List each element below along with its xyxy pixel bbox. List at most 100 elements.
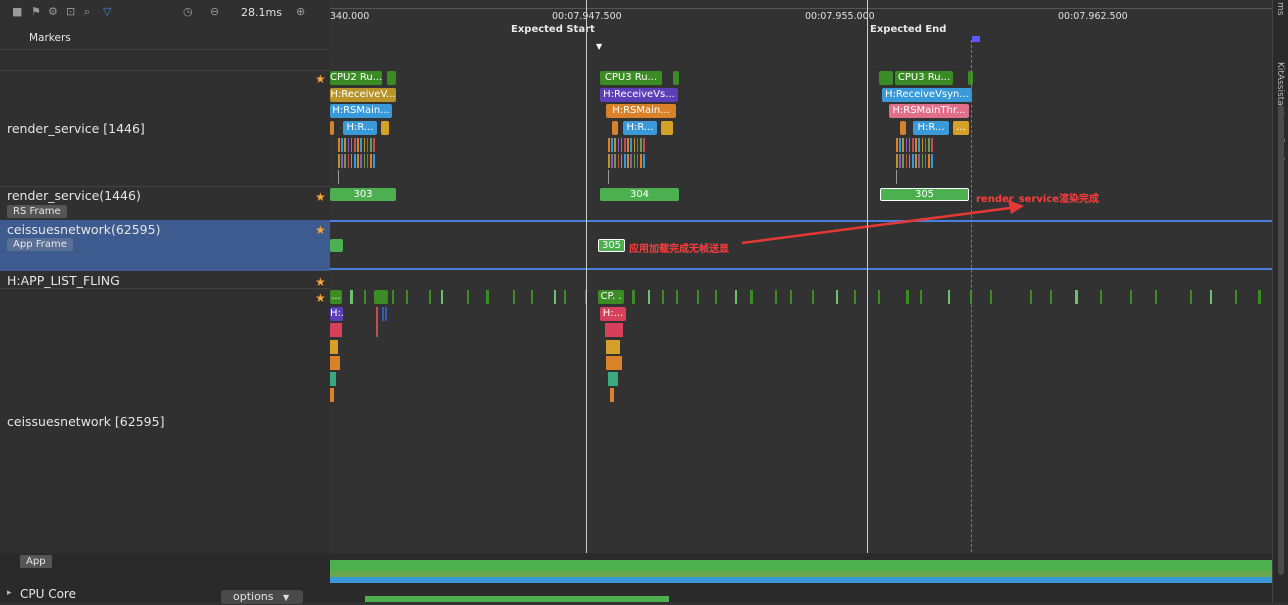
call-stack-bar[interactable] [836,290,838,304]
call-stack-bar[interactable] [513,290,515,304]
rs-frame-tag: RS Frame [7,205,67,218]
track-app-frame[interactable]: ceissuesnetwork(62595) [7,222,160,237]
slice-app-stack[interactable]: H:.. [330,307,343,321]
chevron-right-icon[interactable]: ▸ [7,588,12,598]
app-lane-bar[interactable] [330,560,1272,571]
track-render-service-thread[interactable]: render_service [1446] [7,121,145,136]
call-stack-bar[interactable] [1050,290,1052,304]
call-stack-bar[interactable] [605,323,623,337]
call-stack-bar[interactable] [330,340,338,354]
call-stack-bar[interactable] [1258,290,1261,304]
call-stack-bar[interactable] [697,290,699,304]
call-stack-bar[interactable] [554,290,556,304]
app-lane-tag: App [20,555,52,568]
star-icon[interactable]: ★ [315,224,326,236]
screenshot-icon[interactable]: ⊡ [66,5,75,18]
timer-icon[interactable]: ◷ [183,5,193,18]
call-stack-bar[interactable] [1155,290,1157,304]
call-stack-bar[interactable] [1100,290,1102,304]
call-stack-bar[interactable] [948,290,950,304]
call-stack-bar[interactable] [606,356,622,370]
cpu-core-label[interactable]: CPU Core [20,587,76,601]
annotation-arrow [741,200,1024,245]
call-stack-bar[interactable] [608,372,618,386]
zoom-in-icon[interactable]: ⊕ [296,5,305,18]
call-stack-bar[interactable] [1075,290,1078,304]
call-stack-bar[interactable] [392,290,394,304]
call-stack-bar[interactable] [878,290,880,304]
slice-app-run[interactable]: CP... [598,290,624,304]
star-icon[interactable]: ★ [315,73,326,85]
call-stack-bar[interactable] [790,290,792,304]
star-icon[interactable]: ★ [315,292,326,304]
call-stack-bar[interactable] [1190,290,1192,304]
markers-label: Markers [29,32,71,44]
filter-icon[interactable]: ▽ [103,5,111,18]
call-stack-bar[interactable] [330,388,334,402]
call-stack-bar[interactable] [330,323,342,337]
search-icon[interactable]: ⌕ [84,5,90,19]
call-stack-bar[interactable] [350,290,353,304]
track-app-list-fling[interactable]: H:APP_LIST_FLING [7,273,120,288]
flag-icon[interactable]: ⚑ [31,5,41,18]
call-stack-bar[interactable] [467,290,469,304]
track-render-service-frame[interactable]: render_service(1446) [7,188,141,203]
star-icon[interactable]: ★ [315,276,326,288]
right-side-panel: ms KitAssistant Preview [1272,0,1288,602]
call-stack-bar[interactable] [990,290,992,304]
slice-app-run[interactable]: ... [330,290,342,304]
square-icon[interactable]: ■ [12,5,22,18]
call-stack-bar[interactable] [441,290,443,304]
call-stack-bar[interactable] [1030,290,1032,304]
call-stack-bar[interactable] [676,290,678,304]
call-stack-bar[interactable] [330,372,336,386]
call-stack-bar[interactable] [610,388,614,402]
track-app-thread[interactable]: ceissuesnetwork [62595] [7,414,164,429]
call-stack-bar[interactable] [616,290,618,304]
call-stack-bar[interactable] [735,290,737,304]
call-stack-bar[interactable] [1130,290,1132,304]
rail-tab[interactable]: ms [1275,2,1285,15]
expected-start-line [586,0,587,602]
app-frame-tag: App Frame [7,238,73,251]
call-stack-bar[interactable] [906,290,909,304]
call-stack-bar[interactable] [406,290,408,304]
timeline-area[interactable]: 340.000 00:07.947.500 00:07.955.000 00:0… [330,0,1272,602]
slice-app-stack[interactable]: H:... [600,307,626,321]
app-lane-bar[interactable] [330,577,1272,583]
duration-readout: 28.1ms [241,6,282,19]
call-stack-bar[interactable] [376,307,378,337]
call-stack-bar[interactable] [330,356,340,370]
call-stack-bar[interactable] [364,290,366,304]
star-icon[interactable]: ★ [315,191,326,203]
call-stack-bar[interactable] [486,290,489,304]
cpu-core-bar[interactable] [365,596,669,602]
call-stack-bar[interactable] [564,290,566,304]
vertical-scrollbar[interactable] [1278,105,1284,575]
call-stack-bar[interactable] [382,307,384,321]
call-stack-bar[interactable] [429,290,431,304]
call-stack-bar[interactable] [920,290,922,304]
call-stack-bar[interactable] [1210,290,1212,304]
call-stack-bar[interactable] [662,290,664,304]
chevron-down-icon: ▼ [283,593,290,602]
call-stack-bar[interactable] [715,290,717,304]
call-stack-bar[interactable] [385,307,387,321]
call-stack-bar[interactable] [854,290,856,304]
call-stack-bar[interactable] [531,290,533,304]
call-stack-bar[interactable] [750,290,753,304]
call-stack-bar[interactable] [648,290,650,304]
call-stack-bar[interactable] [1235,290,1237,304]
selected-row-highlight[interactable]: ceissuesnetwork(62595) App Frame ★ [0,220,330,271]
flag-line [971,40,972,602]
expected-end-line [867,0,868,602]
gear-icon[interactable]: ⚙ [48,5,58,18]
track-label-panel: ■ ⚑ ⚙ ⊡ ⌕ ▽ ◷ ⊖ 28.1ms ⊕ Markers render_… [0,0,330,604]
call-stack-bar[interactable] [632,290,635,304]
call-stack-bar[interactable] [812,290,814,304]
call-stack-bar[interactable] [606,340,620,354]
options-label: options [233,590,274,603]
slice-app-run[interactable] [374,290,388,304]
zoom-out-icon[interactable]: ⊖ [210,5,219,18]
call-stack-bar[interactable] [775,290,777,304]
